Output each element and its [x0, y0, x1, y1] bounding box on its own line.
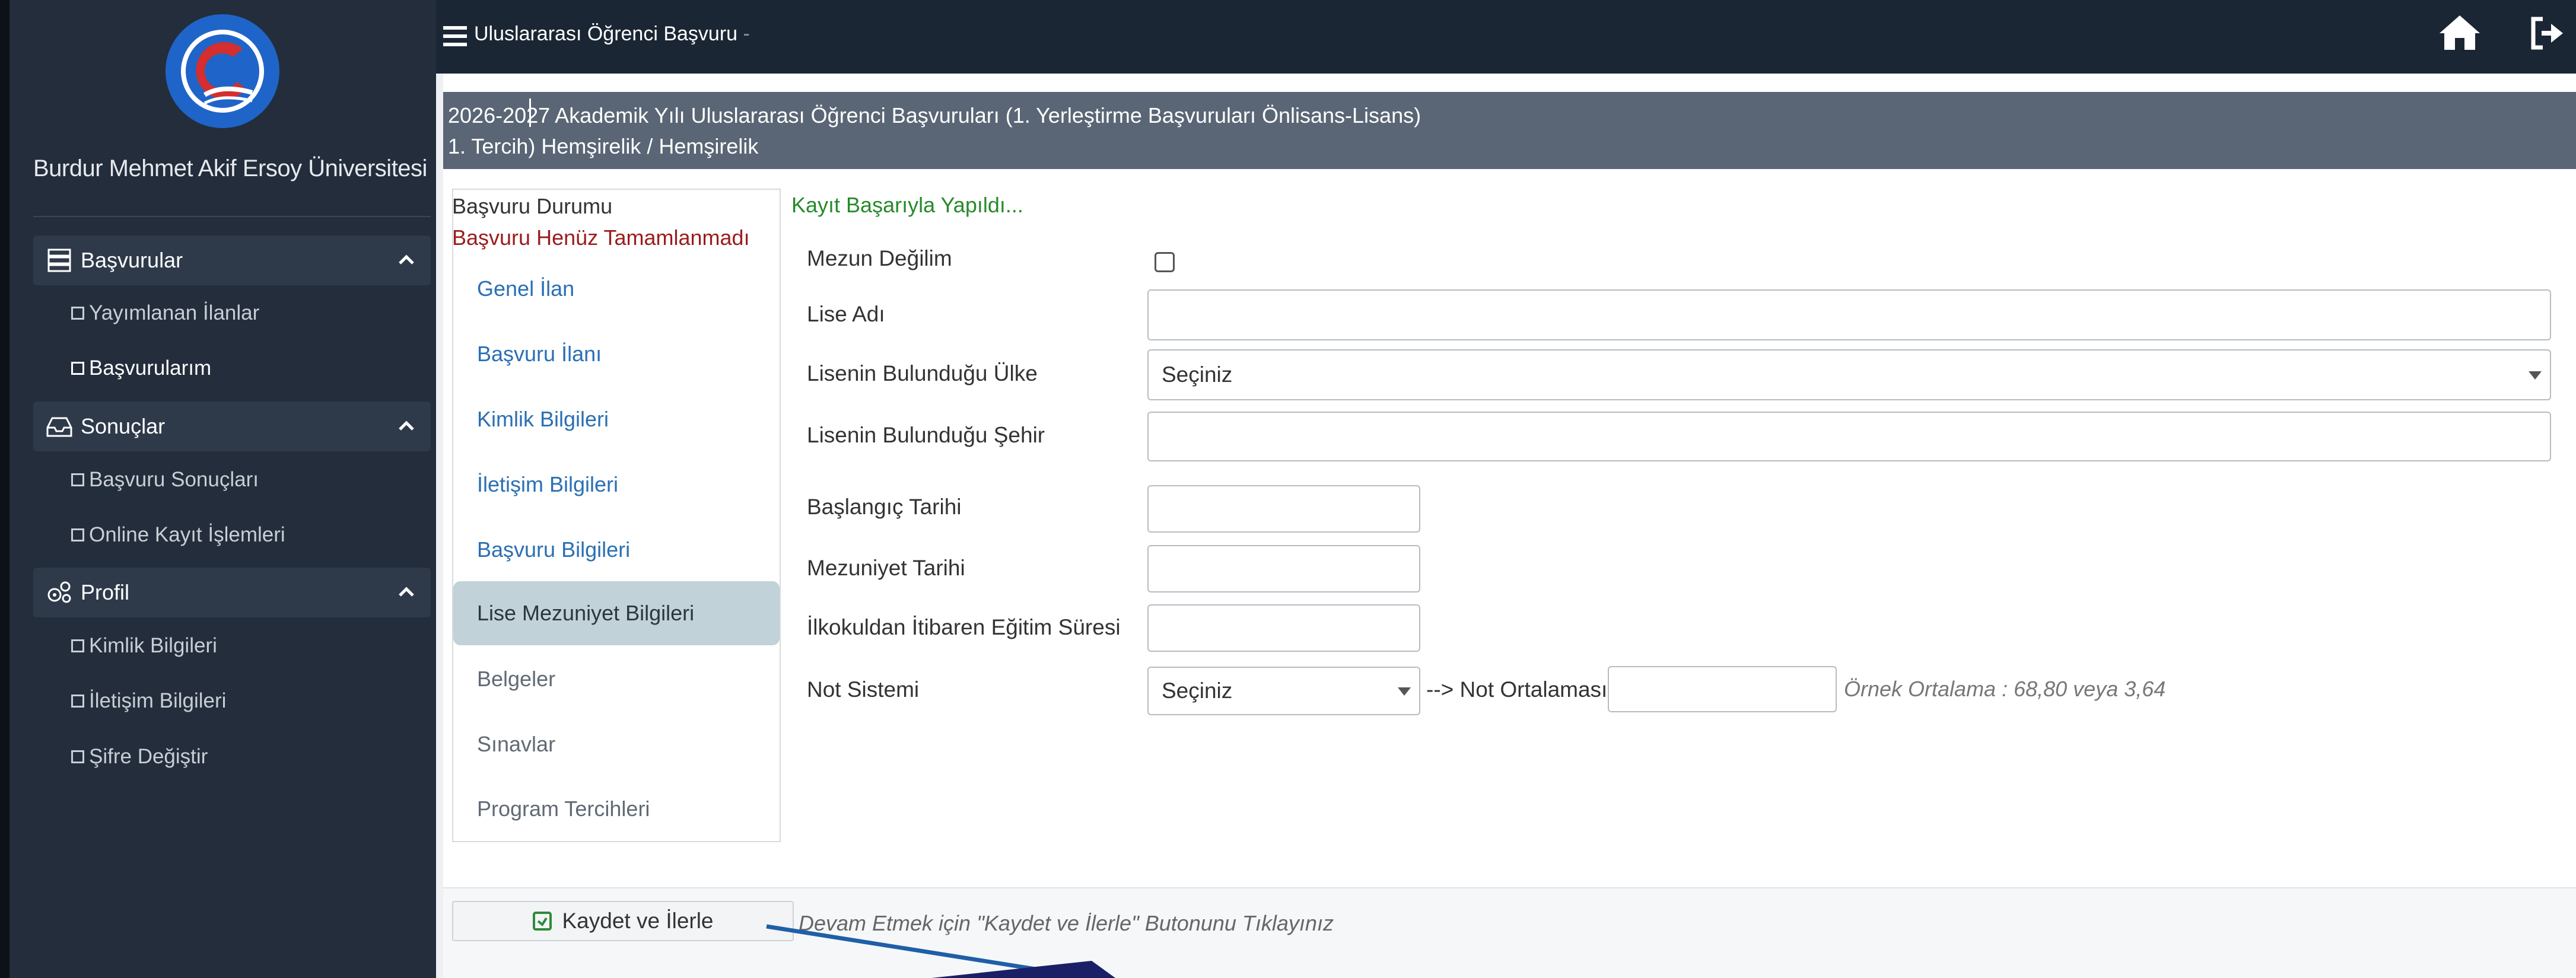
university-logo: [166, 14, 279, 128]
not-ortalamasi-input[interactable]: [1608, 666, 1837, 712]
success-message: Kayıt Başarıyla Yapıldı...: [791, 193, 1023, 217]
step-lise-mezuniyet-bilgileri[interactable]: Lise Mezuniyet Bilgileri: [453, 581, 780, 645]
lise-adi-label: Lise Adı: [807, 302, 885, 326]
sehir-input[interactable]: [1147, 412, 2551, 461]
chevron-up-icon[interactable]: [397, 583, 415, 601]
square-icon: [71, 528, 84, 541]
sidebar-item-label: Online Kayıt İşlemleri: [89, 523, 285, 546]
sidebar-section-label: Sonuçlar: [81, 414, 166, 438]
dropdown-arrow-icon: [2529, 371, 2542, 380]
sidebar-item-basvurularim[interactable]: Başvurularım: [71, 356, 211, 380]
not-sistemi-selected: Seçiniz: [1162, 678, 1233, 703]
topbar-title: Uluslararası Öğrenci Başvuru -: [474, 23, 750, 46]
egitim-suresi-input[interactable]: [1147, 604, 1420, 652]
sidebar-item-label: İletişim Bilgileri: [89, 689, 227, 712]
step-genel-ilan[interactable]: Genel İlan: [453, 257, 780, 321]
mezuniyet-tarihi-input[interactable]: [1147, 545, 1420, 592]
mezuniyet-tarihi-label: Mezuniyet Tarihi: [807, 556, 965, 580]
baslangic-tarihi-input[interactable]: [1147, 485, 1420, 533]
sidebar-divider: [33, 216, 431, 217]
save-and-continue-button[interactable]: Kaydet ve İlerle: [452, 901, 794, 941]
sidebar-item-label: Yayımlanan İlanlar: [89, 301, 260, 324]
sidebar-item-online-kayit[interactable]: Online Kayıt İşlemleri: [71, 523, 285, 547]
page-header-line1: 2026-2027 Akademik Yılı Uluslararası Öğr…: [448, 103, 1421, 128]
chevron-up-icon[interactable]: [397, 417, 415, 435]
sidebar-item-label: Başvuru Sonuçları: [89, 468, 259, 491]
dropdown-arrow-icon: [1398, 687, 1411, 696]
sidebar-item-iletisim-bilgileri[interactable]: İletişim Bilgileri: [71, 689, 226, 713]
square-icon: [71, 750, 84, 763]
page-header: 2026-2027 Akademik Yılı Uluslararası Öğr…: [443, 92, 2576, 169]
chevron-up-icon[interactable]: [397, 251, 415, 269]
step-program-tercihleri[interactable]: Program Tercihleri: [453, 777, 780, 841]
sidebar-section-profil[interactable]: Profil: [33, 568, 431, 617]
ulke-selected: Seçiniz: [1162, 362, 1233, 387]
title-separator: -: [737, 23, 750, 45]
square-icon: [71, 473, 84, 486]
square-icon: [71, 639, 84, 652]
step-iletisim-bilgileri[interactable]: İletişim Bilgileri: [453, 453, 780, 517]
step-sinavlar[interactable]: Sınavlar: [453, 712, 780, 776]
ulke-label: Lisenin Bulunduğu Ülke: [807, 361, 1038, 386]
sidebar-item-label: Şifre Değiştir: [89, 745, 208, 768]
app-title: Uluslararası Öğrenci Başvuru: [474, 23, 738, 45]
not-sistemi-label: Not Sistemi: [807, 677, 920, 702]
save-button-label: Kaydet ve İlerle: [562, 909, 714, 933]
sidebar-section-sonuclar[interactable]: Sonuçlar: [33, 402, 431, 451]
baslangic-tarihi-label: Başlangıç Tarihi: [807, 495, 962, 519]
status-value: Başvuru Henüz Tamamlanmadı: [452, 225, 750, 250]
square-icon: [71, 362, 84, 375]
sidebar-section-label: Başvurular: [81, 248, 183, 272]
not-sistemi-select[interactable]: Seçiniz: [1147, 667, 1420, 715]
mezun-degilim-label: Mezun Değilim: [807, 246, 952, 270]
hamburger-menu-icon[interactable]: [442, 25, 468, 47]
topbar: Uluslararası Öğrenci Başvuru -: [436, 0, 2576, 74]
square-icon: [71, 307, 84, 320]
sidebar-item-yayimlanan-ilanlar[interactable]: Yayımlanan İlanlar: [71, 301, 259, 325]
logout-icon[interactable]: [2529, 15, 2565, 51]
ornek-ortalama-hint: Örnek Ortalama : 68,80 veya 3,64: [1844, 677, 2166, 701]
university-name: Burdur Mehmet Akif Ersoy Üniversitesi: [33, 155, 427, 181]
step-belgeler[interactable]: Belgeler: [453, 647, 780, 711]
sidebar-item-kimlik-bilgileri[interactable]: Kimlik Bilgileri: [71, 634, 217, 658]
sidebar: Burdur Mehmet Akif Ersoy Üniversitesi Ba…: [0, 0, 436, 978]
sidebar-section-label: Profil: [81, 580, 130, 604]
ulke-select[interactable]: Seçiniz: [1147, 349, 2551, 400]
square-icon: [71, 695, 84, 708]
mezun-degilim-checkbox[interactable]: [1155, 252, 1175, 272]
server-icon: [42, 243, 77, 278]
save-icon: [533, 912, 552, 931]
content-gutter: [436, 74, 443, 978]
annotation-arrow-icon: [766, 924, 1115, 978]
inbox-icon: [42, 409, 77, 444]
sidebar-item-label: Kimlik Bilgileri: [89, 634, 217, 657]
sehir-label: Lisenin Bulunduğu Şehir: [807, 423, 1045, 447]
status-label: Başvuru Durumu: [452, 194, 613, 218]
step-basvuru-ilani[interactable]: Başvuru İlanı: [453, 322, 780, 386]
step-kimlik-bilgileri[interactable]: Kimlik Bilgileri: [453, 387, 780, 451]
not-ortalamasi-label: --> Not Ortalaması: [1426, 677, 1608, 702]
page-header-line2: 1. Tercih) Hemşirelik / Hemşirelik: [448, 134, 759, 158]
lise-adi-input[interactable]: [1147, 289, 2551, 340]
home-icon[interactable]: [2438, 13, 2481, 52]
gears-icon: [42, 575, 77, 610]
egitim-suresi-label: İlkokuldan İtibaren Eğitim Süresi: [807, 615, 1121, 639]
text-cursor: [529, 98, 531, 127]
sidebar-item-basvuru-sonuclari[interactable]: Başvuru Sonuçları: [71, 468, 259, 492]
step-basvuru-bilgileri[interactable]: Başvuru Bilgileri: [453, 518, 780, 582]
sidebar-item-label: Başvurularım: [89, 356, 212, 380]
sidebar-section-basvurular[interactable]: Başvurular: [33, 235, 431, 285]
sidebar-item-sifre-degistir[interactable]: Şifre Değiştir: [71, 745, 208, 769]
